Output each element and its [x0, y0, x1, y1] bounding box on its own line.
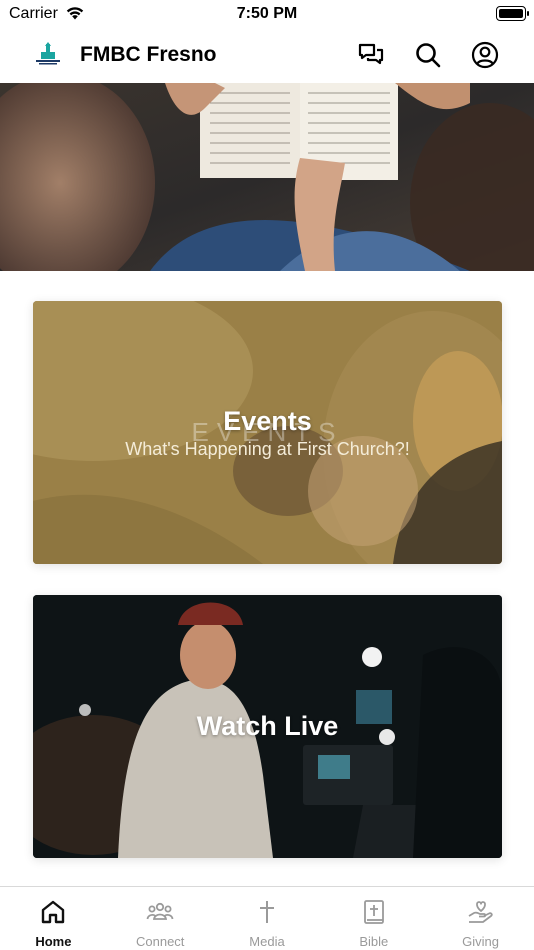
tab-bible[interactable]: Bible	[320, 887, 427, 950]
giving-hand-icon	[468, 901, 493, 923]
events-card-subtitle: What's Happening at First Church?!	[125, 439, 410, 459]
tab-giving[interactable]: Giving	[427, 887, 534, 950]
cross-icon	[259, 901, 274, 923]
chat-icon	[358, 43, 384, 65]
watch-live-card-title: Watch Live	[196, 711, 339, 741]
bible-icon	[363, 900, 384, 924]
tab-media[interactable]: Media	[214, 887, 321, 950]
account-button[interactable]	[470, 40, 500, 70]
tab-connect-label: Connect	[135, 934, 185, 949]
status-bar: Carrier 7:50 PM	[0, 0, 534, 30]
chat-button[interactable]	[356, 40, 386, 70]
tab-connect[interactable]: Connect	[107, 887, 214, 950]
events-card[interactable]: EVENTS Events What's Happening at First …	[33, 301, 502, 564]
people-icon	[146, 902, 174, 920]
account-icon	[471, 41, 499, 69]
church-logo-icon	[36, 42, 60, 65]
search-button[interactable]	[413, 40, 443, 70]
tab-bible-label: Bible	[359, 934, 389, 949]
watch-live-card[interactable]: Watch Live	[33, 595, 502, 858]
app-header: FMBC Fresno	[0, 30, 534, 82]
tab-home-label: Home	[35, 934, 72, 949]
bottom-tab-bar: Home Connect Media Bible Giving	[0, 886, 534, 950]
app-title: FMBC Fresno	[80, 43, 217, 66]
status-time: 7:50 PM	[236, 5, 298, 22]
events-card-title: Events	[223, 406, 312, 436]
search-icon	[416, 43, 441, 68]
tab-giving-label: Giving	[462, 934, 500, 949]
home-icon	[42, 900, 65, 924]
tab-home[interactable]: Home	[0, 887, 107, 950]
tab-media-label: Media	[249, 934, 285, 949]
battery-icon	[496, 6, 529, 21]
hero-banner-image	[0, 83, 534, 271]
